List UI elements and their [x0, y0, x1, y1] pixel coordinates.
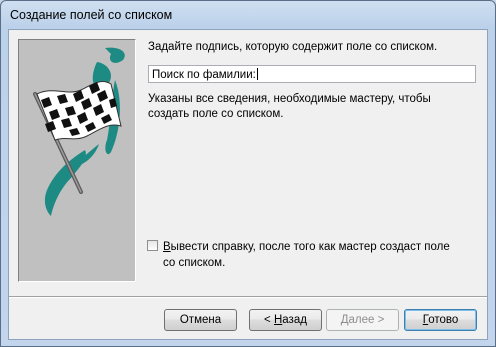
info-text: Указаны все сведения, необходимые мастер…	[148, 93, 431, 120]
finish-label-rest: отово	[428, 314, 459, 326]
back-button[interactable]: < Назад	[249, 309, 322, 331]
caption-input[interactable]: Поиск по фамилии:	[148, 65, 476, 83]
help-checkbox-label[interactable]: Вывести справку, после того как мастер с…	[163, 239, 463, 271]
help-label-text: ывести справку, после того как мастер со…	[163, 241, 450, 269]
checkered-flag-icon	[33, 47, 125, 216]
separator-line	[9, 296, 487, 298]
caption-prompt: Задайте подпись, которую содержит поле с…	[148, 41, 438, 53]
next-button[interactable]: Далее >	[326, 309, 399, 331]
window-title: Создание полей со списком	[10, 8, 173, 22]
title-bar[interactable]: Создание полей со списком	[2, 2, 494, 30]
back-label-rest: азад	[282, 314, 307, 326]
finish-button[interactable]: Готово	[404, 309, 477, 331]
dialog-body: Задайте подпись, которую содержит поле с…	[8, 29, 488, 340]
wizard-image-panel	[18, 39, 136, 282]
caption-input-value: Поиск по фамилии:	[152, 69, 256, 81]
cancel-button[interactable]: Отмена	[164, 309, 237, 331]
help-checkbox[interactable]	[147, 240, 158, 251]
help-mnemonic: В	[163, 241, 171, 253]
next-label-rest: алее >	[348, 314, 385, 326]
back-prefix: <	[264, 314, 274, 326]
text-caret	[256, 68, 258, 80]
wizard-dialog: Создание полей со списком Задайте подпис…	[0, 0, 496, 347]
